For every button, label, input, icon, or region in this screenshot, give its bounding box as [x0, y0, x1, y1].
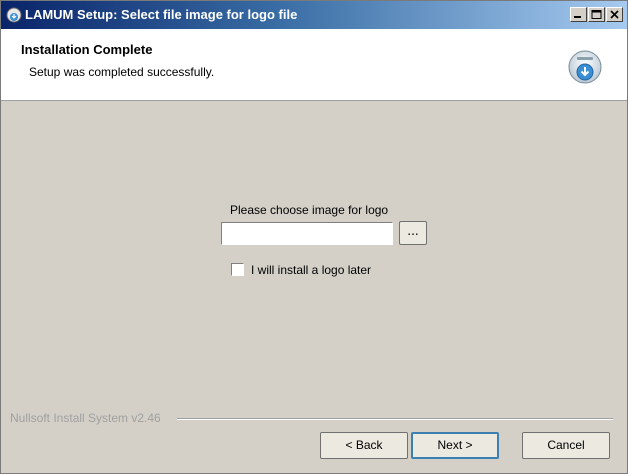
- cancel-button[interactable]: Cancel: [522, 432, 610, 459]
- header-panel: Installation Complete Setup was complete…: [1, 29, 627, 101]
- maximize-button[interactable]: [588, 7, 605, 22]
- setup-window: LAMUM Setup: Select file image for logo …: [0, 0, 628, 474]
- title-bar[interactable]: LAMUM Setup: Select file image for logo …: [1, 1, 627, 29]
- footer-divider: [177, 418, 613, 420]
- browse-button[interactable]: ...: [399, 221, 427, 245]
- maximize-icon: [591, 10, 602, 19]
- install-logo-later-checkbox[interactable]: [231, 263, 244, 276]
- page-title: Installation Complete: [21, 42, 153, 57]
- nsis-branding: Nullsoft Install System v2.46: [10, 411, 161, 425]
- close-button[interactable]: [606, 7, 623, 22]
- page-subtitle: Setup was completed successfully.: [29, 65, 215, 79]
- logo-file-input[interactable]: [221, 222, 393, 245]
- setup-disk-icon: [567, 49, 603, 85]
- minimize-button[interactable]: [570, 7, 587, 22]
- back-button[interactable]: < Back: [320, 432, 408, 459]
- window-title: LAMUM Setup: Select file image for logo …: [25, 7, 298, 22]
- close-icon: [610, 10, 619, 19]
- next-button[interactable]: Next >: [411, 432, 499, 459]
- install-logo-later-label[interactable]: I will install a logo later: [251, 263, 371, 277]
- installer-icon: [6, 7, 22, 23]
- logo-prompt-label: Please choose image for logo: [230, 203, 389, 217]
- minimize-icon: [574, 16, 581, 18]
